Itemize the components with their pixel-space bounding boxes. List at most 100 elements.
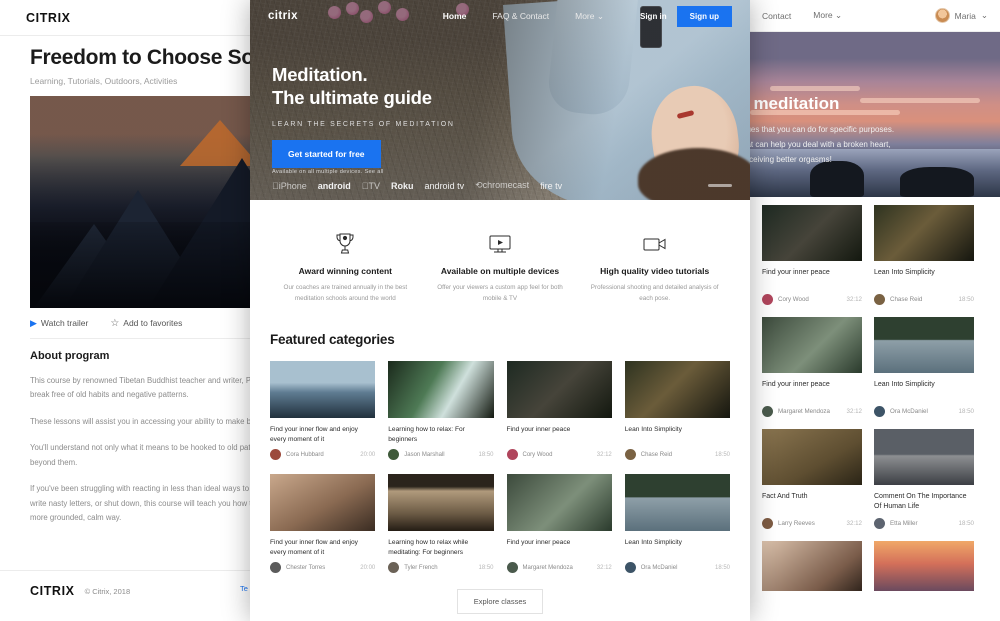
sign-up-button[interactable]: Sign up — [676, 5, 732, 27]
list-item[interactable]: Find your inner peace Margaret Mendoza 3… — [506, 474, 612, 574]
list-item[interactable] — [762, 541, 862, 591]
card-thumbnail — [270, 474, 376, 532]
cloud-shape — [770, 86, 860, 91]
avatar — [934, 8, 950, 23]
citrix-logo[interactable]: CITRIX — [26, 11, 71, 25]
nav-more-label: More — [813, 10, 833, 20]
avatar — [762, 294, 773, 305]
list-item[interactable]: Find your inner peace Margaret Mendoza 3… — [762, 317, 862, 417]
card-meta: Cory Wood 32:12 — [506, 449, 612, 461]
avatar — [624, 449, 636, 461]
chevron-down-icon: ⌄ — [980, 10, 988, 20]
card-meta: Etta Miller 18:50 — [874, 518, 974, 529]
star-icon: ☆ — [110, 318, 120, 329]
list-item[interactable]: Find your inner flow and enjoy every mom… — [270, 361, 376, 461]
copyright-text: © Citrix, 2018 — [84, 586, 131, 596]
card-title: Learning how to relax while meditating: … — [388, 539, 469, 557]
hero-title-line-1: Meditation. — [272, 64, 368, 85]
trophy-icon — [280, 230, 411, 258]
course-actions: ▶ Watch trailer ☆ Add to favorites — [30, 318, 182, 329]
overlay-nav-links: Home FAQ & Contact More ⌄ — [443, 11, 604, 22]
hero-title: Meditation. The ultimate guide — [272, 64, 455, 110]
citrix-logo[interactable]: citrix — [268, 10, 298, 22]
avatar — [762, 518, 773, 529]
watch-trailer-button[interactable]: ▶ Watch trailer — [30, 318, 88, 329]
list-item[interactable]: Find your inner flow and enjoy every mom… — [270, 474, 376, 574]
scroll-indicator[interactable] — [708, 184, 732, 187]
list-item[interactable]: Find your inner peace Cory Wood 32:12 — [762, 205, 862, 305]
appletv-label: TV — [369, 181, 381, 191]
list-item[interactable]: Lean Into Simplicity Chase Reid 18:50 — [624, 361, 730, 461]
card-duration: 32:12 — [846, 520, 862, 527]
sign-in-button[interactable]: Sign in — [630, 7, 677, 26]
card-duration: 18:50 — [714, 451, 730, 458]
card-meta: Cory Wood 32:12 — [762, 294, 862, 305]
get-started-button[interactable]: Get started for free — [272, 139, 381, 168]
list-item[interactable]: Find your inner peace Cory Wood 32:12 — [506, 361, 612, 461]
chevron-down-icon: ⌄ — [596, 10, 604, 21]
nav-item-more[interactable]: More ⌄ — [575, 11, 604, 22]
apple-iphone-logo: iPhone — [272, 181, 307, 191]
right-hero-line-2: hat can help you deal with a broken hear… — [750, 140, 891, 150]
avatar — [624, 562, 636, 574]
android-logo: android — [311, 180, 351, 191]
card-author: Jason Marshall — [404, 451, 445, 458]
right-panel-hero: l meditation ques that you can do for sp… — [750, 32, 1000, 197]
avatar — [506, 449, 518, 461]
add-to-favorites-button[interactable]: ☆ Add to favorites — [110, 318, 182, 329]
card-title: Lean Into Simplicity — [874, 381, 935, 388]
card-thumbnail — [624, 474, 730, 532]
nav-item-faq-contact[interactable]: FAQ & Contact — [492, 11, 549, 22]
avatar — [270, 562, 281, 574]
about-line-6: If you've been struggling with reacting … — [30, 484, 285, 494]
android-tv-logo: android tv — [411, 180, 465, 191]
card-title: Find your inner flow and enjoy every mom… — [270, 539, 358, 557]
overlay-hero: citrix Home FAQ & Contact More ⌄ Sign in… — [250, 0, 750, 200]
card-meta: Margaret Mendoza 32:12 — [506, 562, 612, 574]
list-item[interactable]: Comment On The Importance Of Human Life … — [874, 429, 974, 529]
overlay-navbar: citrix Home FAQ & Contact More ⌄ Sign in… — [250, 0, 750, 32]
list-item[interactable]: Lean Into Simplicity Chase Reid 18:50 — [874, 205, 974, 305]
card-meta: Chase Reid 18:50 — [874, 294, 974, 305]
card-thumbnail — [762, 205, 862, 261]
card-duration: 18:50 — [958, 296, 974, 303]
list-item[interactable] — [874, 541, 974, 591]
section-heading: Featured categories — [270, 332, 395, 348]
avatar — [506, 562, 518, 574]
card-thumbnail — [874, 205, 974, 261]
nav-item-contact[interactable]: Contact — [762, 11, 791, 21]
explore-classes-button[interactable]: Explore classes — [456, 589, 544, 615]
footer-citrix-logo[interactable]: CITRIX — [30, 584, 75, 598]
nav-item-more[interactable]: More ⌄ — [813, 10, 842, 21]
list-item[interactable]: Lean Into Simplicity Ora McDaniel 18:50 — [624, 474, 730, 574]
avatar — [874, 518, 885, 529]
list-item[interactable]: Lean Into Simplicity Ora McDaniel 18:50 — [874, 317, 974, 417]
list-item[interactable]: Learning how to relax: For beginners Jas… — [388, 361, 494, 461]
nav-item-home[interactable]: Home — [443, 11, 467, 22]
card-row: Fact And Truth Larry Reeves 32:12 Commen… — [762, 429, 988, 529]
card-row: Find your inner peace Margaret Mendoza 3… — [762, 317, 988, 417]
card-title: Find your inner peace — [762, 269, 830, 276]
iphone-label: iPhone — [272, 180, 307, 191]
right-hero-title: l meditation — [750, 94, 840, 113]
card-duration: 18:50 — [714, 564, 730, 571]
card-meta: Chester Torres 20:00 — [270, 562, 375, 574]
footer-terms-link[interactable]: Te — [240, 584, 248, 593]
category-card-grid-row-1: Find your inner flow and enjoy every mom… — [270, 361, 730, 461]
card-meta: Larry Reeves 32:12 — [762, 518, 862, 529]
about-line-3: These lessons will assist you in accessi… — [30, 416, 287, 426]
user-menu[interactable]: Maria ⌄ — [934, 8, 988, 23]
list-item[interactable]: Fact And Truth Larry Reeves 32:12 — [762, 429, 862, 529]
list-item[interactable]: Learning how to relax while meditating: … — [388, 474, 494, 574]
chromecast-logo: ⟲chromecast — [475, 180, 529, 191]
feature-title: High quality video tutorials — [600, 266, 710, 276]
feature-multiple-devices: Available on multiple devices Offer your… — [423, 230, 578, 304]
feature-text: Professional shooting and detailed analy… — [590, 284, 719, 303]
about-line-8: more grounded, calm way. — [30, 512, 122, 522]
card-meta: Tyler French 18:50 — [388, 562, 494, 574]
card-author: Etta Miller — [890, 520, 918, 527]
card-author: Cora Hubbard — [286, 451, 324, 458]
card-duration: 32:12 — [596, 564, 612, 571]
card-meta: Ora McDaniel 18:50 — [874, 406, 974, 417]
about-line-1: This course by renowned Tibetan Buddhist… — [30, 376, 288, 385]
